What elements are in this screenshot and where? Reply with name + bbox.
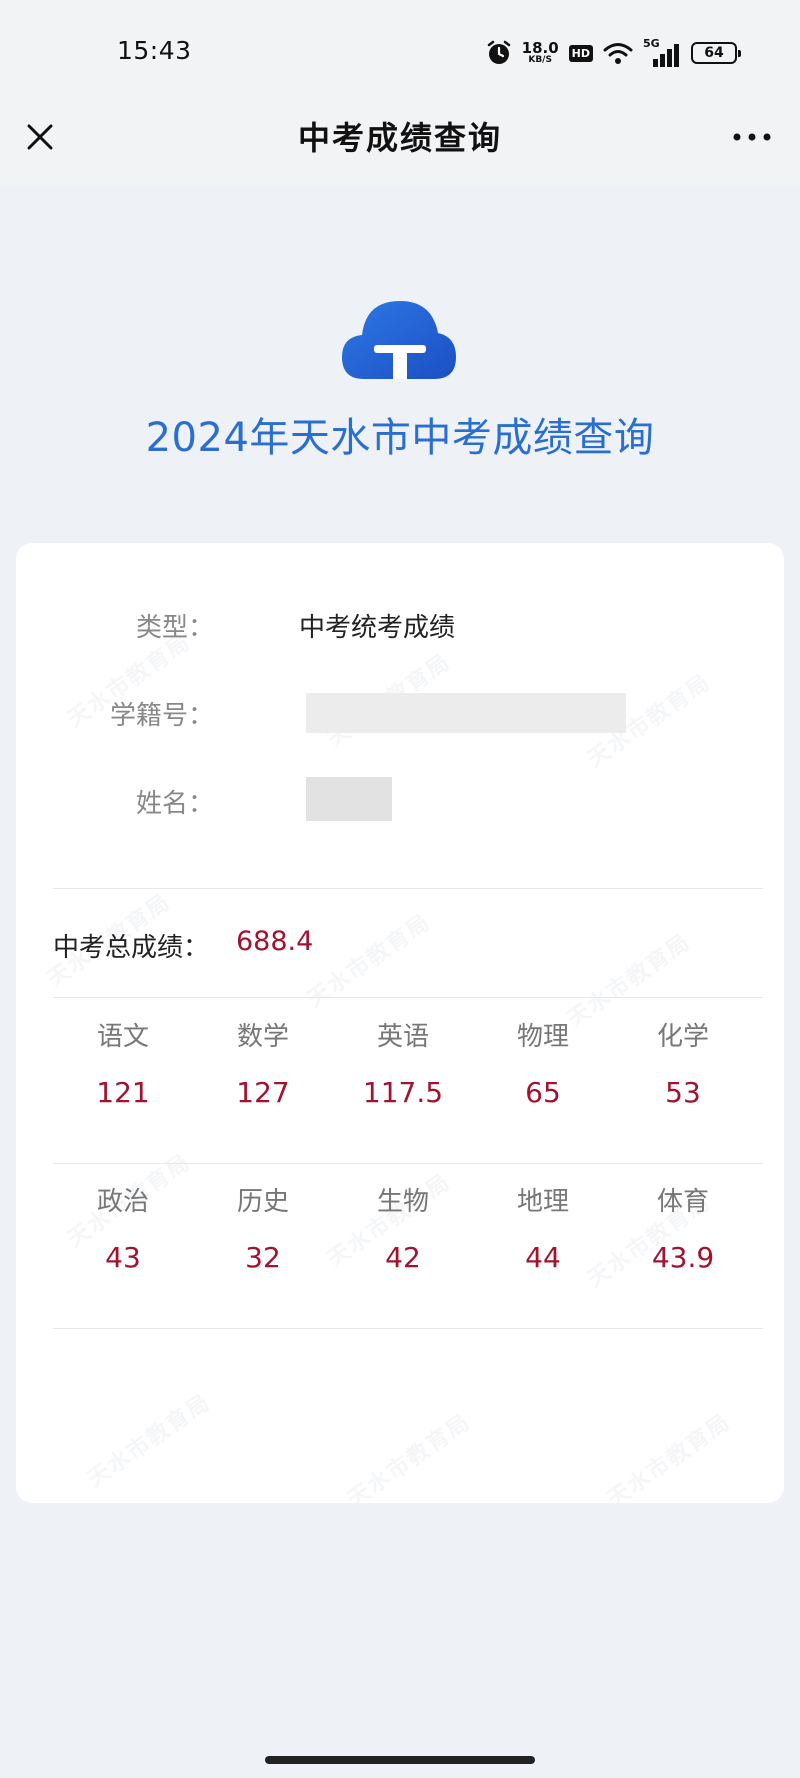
subject-label: 数学 [236, 1022, 289, 1052]
score-cell: 英语 117.5 [333, 1019, 473, 1113]
subject-score: 117.5 [362, 1076, 444, 1109]
net-speed-unit: KB/S [528, 55, 552, 65]
type-row: 类型： 中考统考成绩 [16, 607, 784, 647]
name-label: 姓名： [135, 789, 214, 819]
type-label: 类型： [135, 613, 214, 643]
student-id-row: 学籍号： [16, 693, 784, 735]
score-cell: 地理 44 [473, 1184, 613, 1278]
page-title: 中考成绩查询 [297, 119, 502, 157]
divider [53, 997, 763, 998]
subject-label: 地理 [516, 1187, 569, 1217]
score-cell: 数学 127 [193, 1019, 333, 1113]
total-score-value: 688.4 [236, 926, 314, 957]
nav-bar: 中考成绩查询 [0, 105, 800, 185]
subject-score: 43 [105, 1241, 141, 1274]
subject-label: 历史 [236, 1187, 289, 1217]
divider [53, 888, 763, 889]
net-speed-value: 18.0 [521, 39, 559, 57]
net-speed: 18.0 KB/S [522, 41, 559, 65]
name-redaction [306, 777, 392, 821]
subject-score: 65 [525, 1076, 561, 1109]
subject-label: 生物 [376, 1187, 429, 1217]
score-cell: 语文 121 [53, 1019, 193, 1113]
subject-score: 127 [236, 1076, 290, 1109]
score-cell: 化学 53 [613, 1019, 753, 1113]
score-row-1: 语文 121 数学 127 英语 117.5 物理 65 化学 53 [53, 1019, 753, 1113]
student-id-label: 学籍号： [109, 701, 214, 731]
result-card: 天水市教育局 天水市教育局 天水市教育局 天水市教育局 天水市教育局 天水市教育… [16, 543, 784, 1503]
type-value: 中考统考成绩 [299, 613, 456, 643]
subject-label: 政治 [96, 1187, 149, 1217]
status-icons: 18.0 KB/S HD 5G 64 [486, 36, 741, 70]
score-cell: 历史 32 [193, 1184, 333, 1278]
home-indicator[interactable] [265, 1756, 535, 1764]
alarm-icon [487, 40, 510, 64]
status-bar: 15:43 18.0 KB/S HD 5G 64 [0, 0, 800, 105]
main-title: 2024年天水市中考成绩查询 [145, 415, 655, 461]
subject-score: 42 [385, 1241, 421, 1274]
signal-5g-icon: 5G [643, 37, 681, 67]
subject-score: 53 [665, 1076, 701, 1109]
score-cell: 物理 65 [473, 1019, 613, 1113]
wifi-icon [603, 43, 633, 64]
subject-score: 32 [245, 1241, 281, 1274]
student-id-redaction [306, 693, 626, 733]
cloud-t-logo [342, 301, 456, 379]
content-area: 2024年天水市中考成绩查询 天水市教育局 天水市教育局 天水市教育局 天水市教… [0, 185, 800, 1778]
battery-level: 64 [704, 45, 724, 61]
subject-score: 44 [525, 1241, 561, 1274]
subject-label: 英语 [376, 1022, 429, 1052]
subject-score: 43.9 [651, 1241, 715, 1274]
divider [53, 1328, 763, 1329]
status-time: 15:43 [117, 36, 192, 65]
subject-label: 语文 [96, 1022, 149, 1052]
divider [53, 1163, 763, 1164]
subject-label: 化学 [656, 1022, 709, 1052]
subject-score: 121 [96, 1076, 150, 1109]
subject-label: 物理 [516, 1022, 569, 1052]
battery-icon: 64 [691, 42, 741, 64]
subject-label: 体育 [656, 1187, 709, 1217]
score-row-2: 政治 43 历史 32 生物 42 地理 44 体育 43.9 [53, 1184, 753, 1278]
score-cell: 生物 42 [333, 1184, 473, 1278]
score-cell: 政治 43 [53, 1184, 193, 1278]
score-cell: 体育 43.9 [613, 1184, 753, 1278]
more-icon[interactable] [730, 127, 774, 147]
name-row: 姓名： [16, 777, 784, 823]
hd-badge: HD [568, 44, 593, 62]
total-score-label: 中考总成绩： [53, 933, 210, 963]
